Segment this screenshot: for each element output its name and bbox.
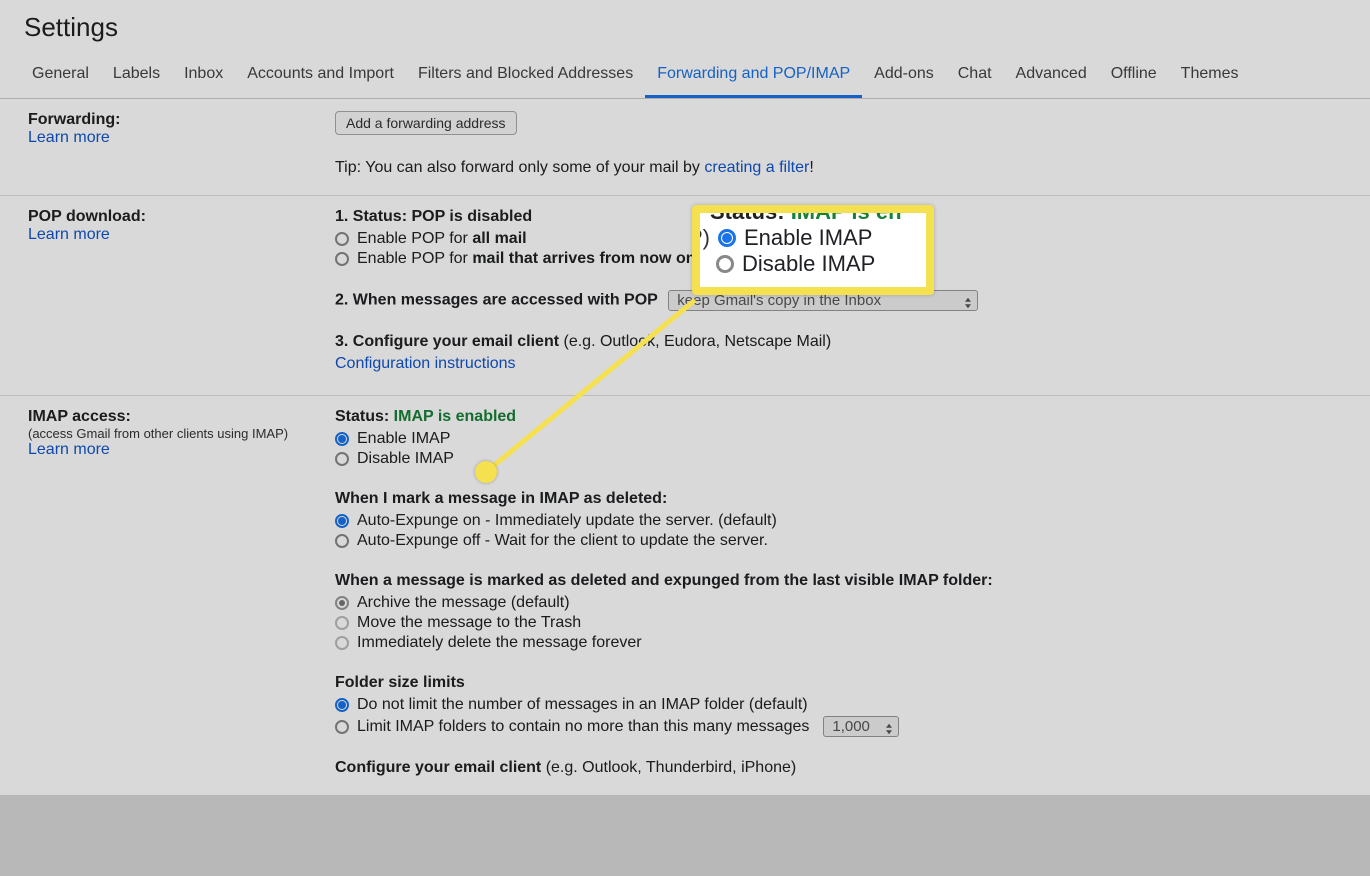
callout-disable-imap-row: Disable IMAP xyxy=(716,251,916,277)
radio-icon xyxy=(335,514,349,528)
imap-enable-radio[interactable]: Enable IMAP xyxy=(335,430,1370,448)
auto-expunge-on-radio[interactable]: Auto-Expunge on - Immediately update the… xyxy=(335,512,1370,530)
imap-expunged-heading: When a message is marked as deleted and … xyxy=(335,572,1370,590)
radio-icon xyxy=(335,232,349,246)
radio-icon xyxy=(335,616,349,630)
forwarding-learn-more-link[interactable]: Learn more xyxy=(28,129,110,146)
imap-status: Status: IMAP is enabled xyxy=(335,408,1370,426)
forwarding-section: Forwarding: Learn more Add a forwarding … xyxy=(0,99,1370,196)
radio-icon xyxy=(335,252,349,266)
radio-icon xyxy=(335,636,349,650)
radio-icon xyxy=(335,432,349,446)
pop-configuration-link[interactable]: Configuration instructions xyxy=(335,355,516,372)
imap-configure-client: Configure your email client (e.g. Outloo… xyxy=(335,759,1370,777)
pop-download-section: POP download: Learn more 1. Status: POP … xyxy=(0,196,1370,396)
pop-step3: 3. Configure your email client (e.g. Out… xyxy=(335,333,1370,351)
imap-disable-radio[interactable]: Disable IMAP xyxy=(335,450,1370,468)
imap-title: IMAP access: xyxy=(28,408,335,426)
move-to-trash-radio[interactable]: Move the message to the Trash xyxy=(335,614,1370,632)
tab-general[interactable]: General xyxy=(20,53,101,98)
radio-icon xyxy=(335,698,349,712)
tab-forwarding-pop-imap[interactable]: Forwarding and POP/IMAP xyxy=(645,53,862,98)
tab-inbox[interactable]: Inbox xyxy=(172,53,235,98)
no-limit-radio[interactable]: Do not limit the number of messages in a… xyxy=(335,696,1370,714)
delete-forever-radio[interactable]: Immediately delete the message forever xyxy=(335,634,1370,652)
radio-icon xyxy=(716,255,734,273)
tab-filters[interactable]: Filters and Blocked Addresses xyxy=(406,53,645,98)
tab-labels[interactable]: Labels xyxy=(101,53,172,98)
add-forwarding-address-button[interactable]: Add a forwarding address xyxy=(335,111,517,135)
radio-icon xyxy=(335,534,349,548)
pop-learn-more-link[interactable]: Learn more xyxy=(28,226,110,243)
tab-accounts[interactable]: Accounts and Import xyxy=(235,53,406,98)
radio-icon xyxy=(335,452,349,466)
imap-learn-more-link[interactable]: Learn more xyxy=(28,441,110,458)
tab-addons[interactable]: Add-ons xyxy=(862,53,946,98)
page-title: Settings xyxy=(24,12,1346,43)
tab-chat[interactable]: Chat xyxy=(946,53,1004,98)
forwarding-title: Forwarding: xyxy=(28,111,335,129)
forwarding-tip: Tip: You can also forward only some of y… xyxy=(335,159,1370,177)
pop-title: POP download: xyxy=(28,208,335,226)
limit-folders-radio[interactable]: Limit IMAP folders to contain no more th… xyxy=(335,716,1370,737)
tab-offline[interactable]: Offline xyxy=(1099,53,1169,98)
tab-advanced[interactable]: Advanced xyxy=(1004,53,1099,98)
folder-limit-select[interactable]: 1,000 xyxy=(823,716,899,737)
callout-enable-imap-row: P) Enable IMAP xyxy=(692,225,916,251)
radio-icon xyxy=(718,229,736,247)
imap-subdesc: (access Gmail from other clients using I… xyxy=(28,426,335,441)
imap-access-section: IMAP access: (access Gmail from other cl… xyxy=(0,396,1370,795)
folder-size-heading: Folder size limits xyxy=(335,674,1370,692)
settings-tabs: General Labels Inbox Accounts and Import… xyxy=(0,53,1370,99)
radio-icon xyxy=(335,720,349,734)
creating-filter-link[interactable]: creating a filter xyxy=(704,159,809,176)
radio-icon xyxy=(335,596,349,610)
archive-message-radio[interactable]: Archive the message (default) xyxy=(335,594,1370,612)
callout-status: Status: IMAP is en xyxy=(710,205,916,225)
imap-deleted-heading: When I mark a message in IMAP as deleted… xyxy=(335,490,1370,508)
callout-zoom-box: Status: IMAP is en P) Enable IMAP Disabl… xyxy=(692,205,934,295)
auto-expunge-off-radio[interactable]: Auto-Expunge off - Wait for the client t… xyxy=(335,532,1370,550)
tab-themes[interactable]: Themes xyxy=(1169,53,1251,98)
